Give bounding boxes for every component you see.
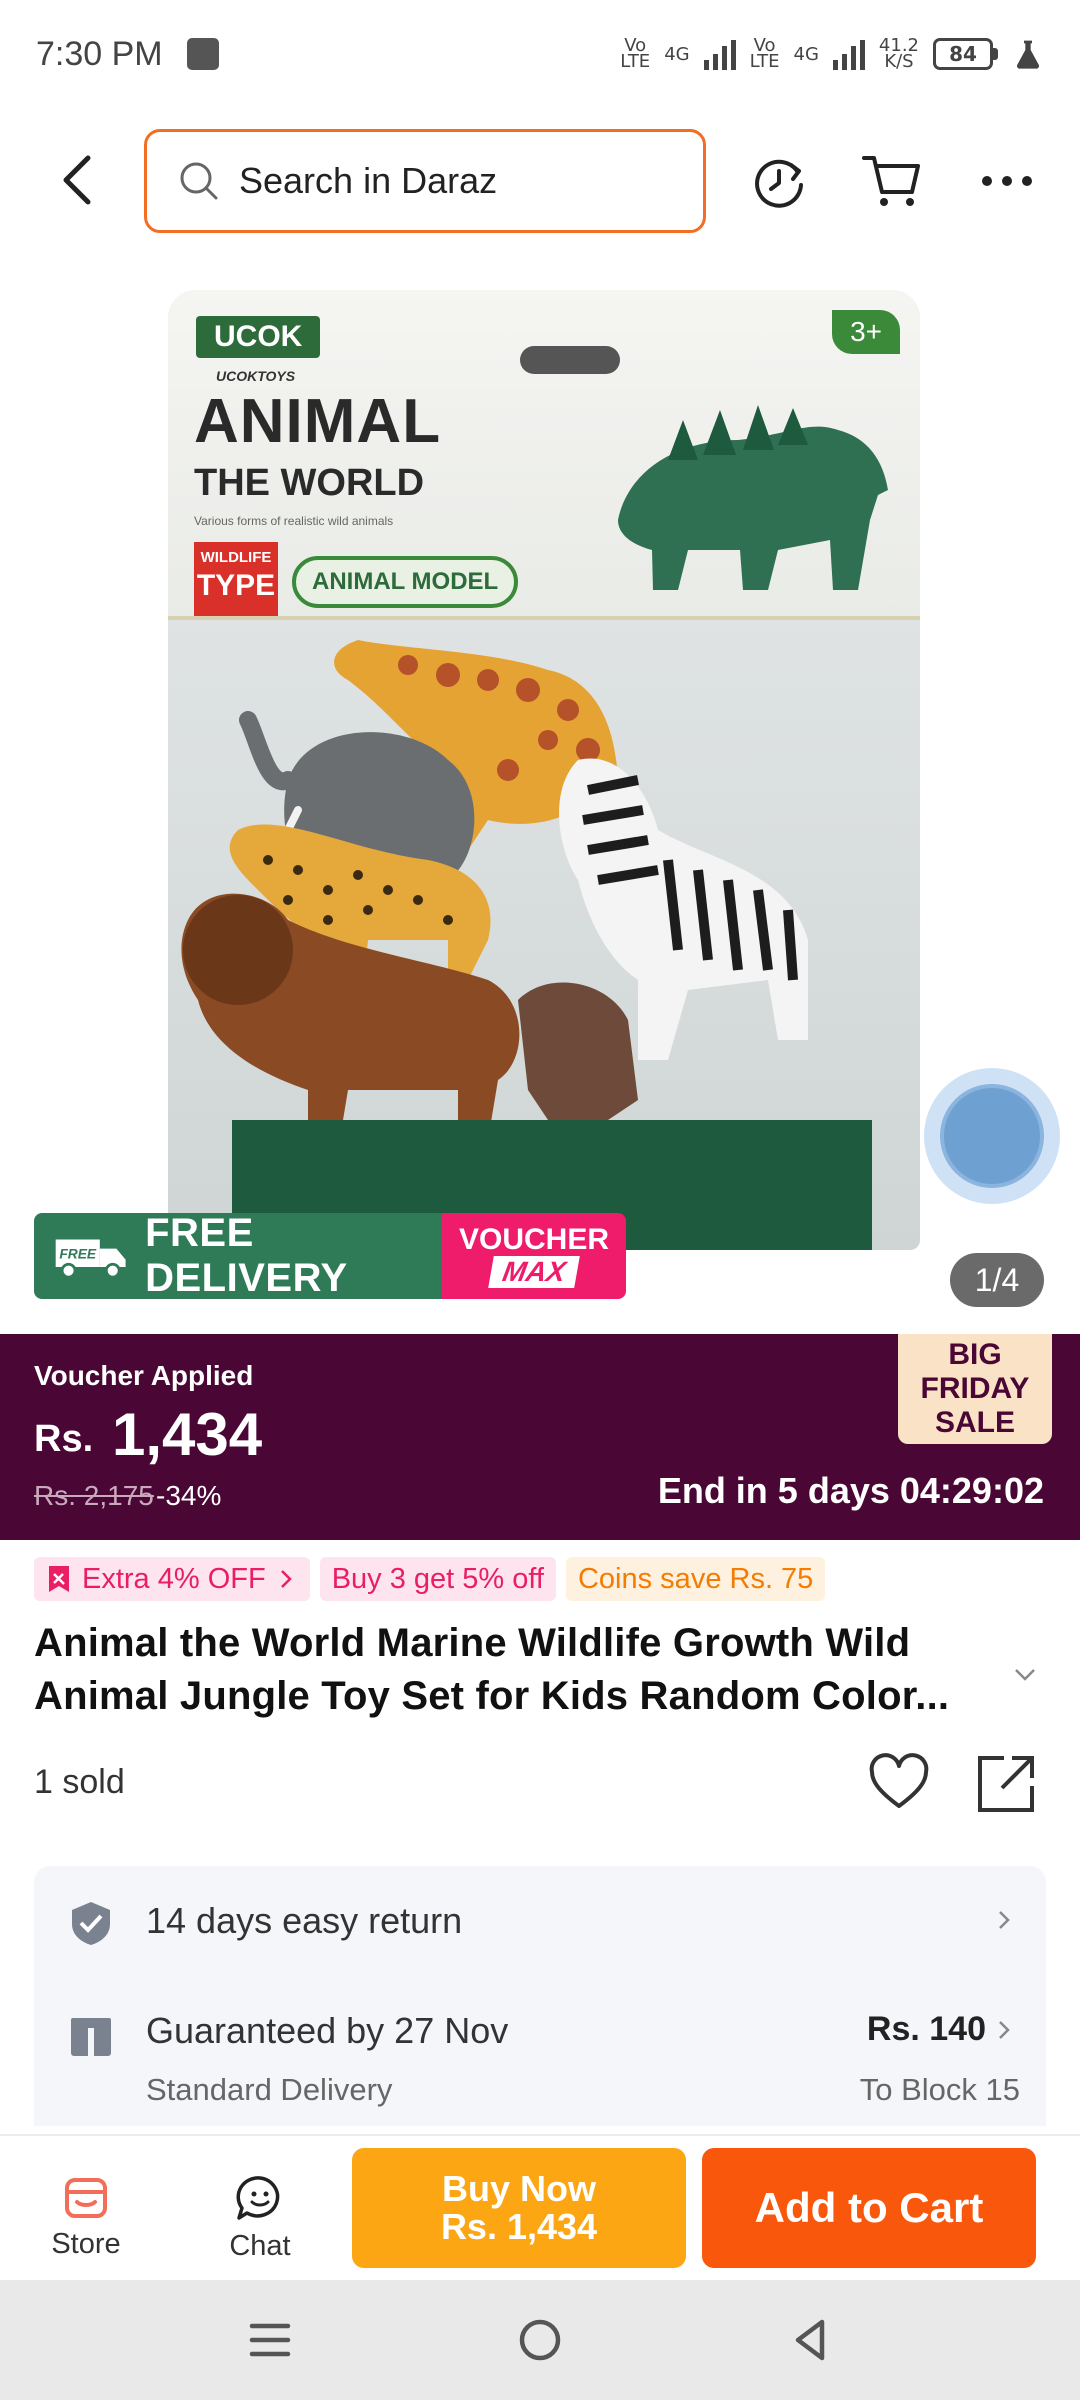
signal-2-icon <box>832 38 865 70</box>
brand-logo: UCOK <box>196 316 321 358</box>
sold-count: 1 sold <box>34 1763 125 1801</box>
chat-label: Chat <box>229 2230 291 2262</box>
net-speed: 41.2 K/S <box>878 35 919 72</box>
volte-1-label: Vo LTE <box>620 35 651 72</box>
animal-model-badge: ANIMAL MODEL <box>292 556 519 608</box>
hang-hole <box>520 346 620 374</box>
wishlist-heart-icon[interactable] <box>866 1750 932 1816</box>
toy-animals <box>168 620 920 1250</box>
discount-percent: -34% <box>156 1480 222 1511</box>
price-currency: Rs. <box>34 1418 94 1460</box>
network-2-label: 4G <box>793 43 819 65</box>
product-package-image: UCOK UCOKTOYS 3+ ANIMAL THE WORLD Variou… <box>168 290 920 1250</box>
status-indicators: Vo LTE 4G Vo LTE 4G 41.2 K/S 84 <box>620 35 1044 72</box>
battery-icon: 84 <box>933 38 998 70</box>
more-icon <box>982 176 1032 186</box>
type-label: TYPE <box>196 569 276 602</box>
voucher-max-badge: VOUCHER MAX <box>442 1213 626 1299</box>
battery-level: 84 <box>949 42 977 66</box>
store-label: Store <box>51 2228 121 2260</box>
share-icon[interactable] <box>974 1750 1040 1816</box>
product-title: Animal the World Marine Wildlife Growth … <box>34 1621 950 1718</box>
package-title: ANIMAL <box>194 387 442 456</box>
notification-icon <box>186 38 219 70</box>
coins-tag[interactable]: Coins save Rs. 75 <box>565 1557 826 1601</box>
original-price: Rs. 2,175 <box>34 1480 154 1511</box>
package-header-card: UCOK UCOKTOYS 3+ ANIMAL THE WORLD Variou… <box>168 290 920 620</box>
age-badge: 3+ <box>832 310 900 354</box>
chevron-right-icon <box>999 2021 1010 2039</box>
voucher-icon <box>49 1566 69 1592</box>
package-icon <box>71 2018 111 2056</box>
sale-countdown: End in 5 days 04:29:02 <box>657 1470 1044 1511</box>
guarantee-text: Guaranteed by 27 Nov <box>146 2010 509 2051</box>
voucher-label: VOUCHER <box>458 1223 609 1256</box>
search-input[interactable]: Search in Daraz <box>144 129 706 233</box>
back-nav-icon[interactable] <box>780 2310 840 2370</box>
bottom-action-bar: Store Chat Buy Now Rs. 1,434 Add to Cart <box>0 2134 1080 2280</box>
free-mini-label: FREE <box>59 1247 97 1262</box>
current-price: 1,434 <box>112 1401 263 1468</box>
chat-icon <box>236 2176 280 2220</box>
floating-assistant-button[interactable] <box>924 1068 1060 1204</box>
delivery-truck-icon: FREE <box>55 1239 126 1279</box>
extra-off-tag[interactable]: Extra 4% OFF <box>34 1557 310 1601</box>
delivery-row[interactable]: Guaranteed by 27 Nov Standard Delivery R… <box>34 1976 1046 2126</box>
top-header: Search in Daraz <box>0 126 1080 236</box>
buy-now-label: Buy Now <box>441 2168 596 2209</box>
max-label: MAX <box>488 1256 580 1288</box>
search-icon <box>180 162 218 200</box>
add-to-cart-button[interactable]: Add to Cart <box>702 2148 1036 2268</box>
promo-tags: Extra 4% OFF Buy 3 get 5% off Coins save… <box>34 1557 826 1601</box>
promo-banner: FREE FREE DELIVERY VOUCHER MAX <box>34 1213 626 1299</box>
network-1-label: 4G <box>664 43 690 65</box>
cart-button[interactable] <box>858 146 928 216</box>
chat-button[interactable]: Chat <box>200 2174 320 2263</box>
shield-check-icon <box>72 1902 110 1945</box>
wildlife-type-badge: WILDLIFE TYPE <box>194 542 278 616</box>
status-bar: 7:30 PM Vo LTE 4G Vo LTE 4G 41.2 K/S 84 <box>0 0 1080 108</box>
volte-2-label: Vo LTE <box>749 35 780 72</box>
status-time: 7:30 PM <box>36 34 163 73</box>
history-button[interactable] <box>744 146 814 216</box>
package-tagline: Various forms of realistic wild animals <box>194 514 394 528</box>
home-icon[interactable] <box>510 2310 570 2370</box>
package-subtitle: THE WORLD <box>194 462 425 504</box>
search-placeholder: Search in Daraz <box>239 160 498 201</box>
easy-return-text: 14 days easy return <box>146 1900 463 1941</box>
chevron-right-icon <box>280 1570 292 1588</box>
buy-now-price: Rs. 1,434 <box>440 2206 598 2247</box>
extra-off-label: Extra 4% OFF <box>82 1562 266 1595</box>
voucher-applied-label: Voucher Applied <box>34 1360 254 1391</box>
recent-apps-icon[interactable] <box>240 2310 300 2370</box>
price-section: Voucher Applied Rs. 1,434 Rs. 2,175 -34%… <box>0 1334 1080 1540</box>
cart-icon <box>862 156 920 206</box>
wildlife-label: WILDLIFE <box>200 549 272 566</box>
flask-icon <box>1016 40 1040 69</box>
delivery-price: Rs. 140 <box>866 2010 986 2048</box>
delivery-destination: To Block 15 <box>859 2072 1020 2107</box>
delivery-type-text: Standard Delivery <box>146 2072 393 2107</box>
store-icon <box>65 2178 107 2218</box>
image-pager: 1/4 <box>950 1253 1044 1307</box>
expand-title-icon[interactable] <box>1010 1660 1040 1690</box>
store-button[interactable]: Store <box>26 2174 146 2261</box>
easy-return-row[interactable]: 14 days easy return <box>34 1866 1046 1976</box>
back-icon[interactable] <box>48 150 108 210</box>
system-nav-bar <box>0 2280 1080 2400</box>
buy-now-button[interactable]: Buy Now Rs. 1,434 <box>352 2148 686 2268</box>
signal-1-icon <box>703 38 736 70</box>
bundle-tag[interactable]: Buy 3 get 5% off <box>319 1557 556 1601</box>
delivery-services-card: 14 days easy return Guaranteed by 27 Nov… <box>34 1866 1046 2126</box>
history-icon <box>755 159 803 208</box>
free-delivery-badge: FREE FREE DELIVERY <box>34 1213 442 1299</box>
bear-forest-illustration <box>618 405 888 590</box>
big-friday-sale-badge: BIG FRIDAY SALE <box>898 1334 1052 1444</box>
more-button[interactable] <box>972 146 1042 216</box>
free-delivery-text: FREE DELIVERY <box>145 1213 348 1299</box>
chevron-right-icon <box>999 1911 1010 1929</box>
brand-sub: UCOKTOYS <box>216 368 296 384</box>
product-image-carousel[interactable]: UCOK UCOKTOYS 3+ ANIMAL THE WORLD Variou… <box>0 258 1080 1334</box>
